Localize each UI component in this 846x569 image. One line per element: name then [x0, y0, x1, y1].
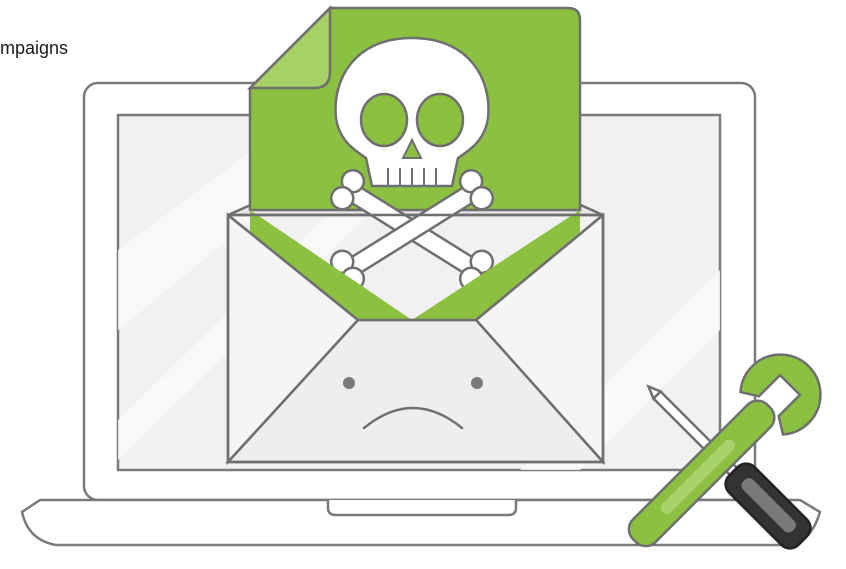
broken-campaign-illustration — [20, 4, 822, 550]
